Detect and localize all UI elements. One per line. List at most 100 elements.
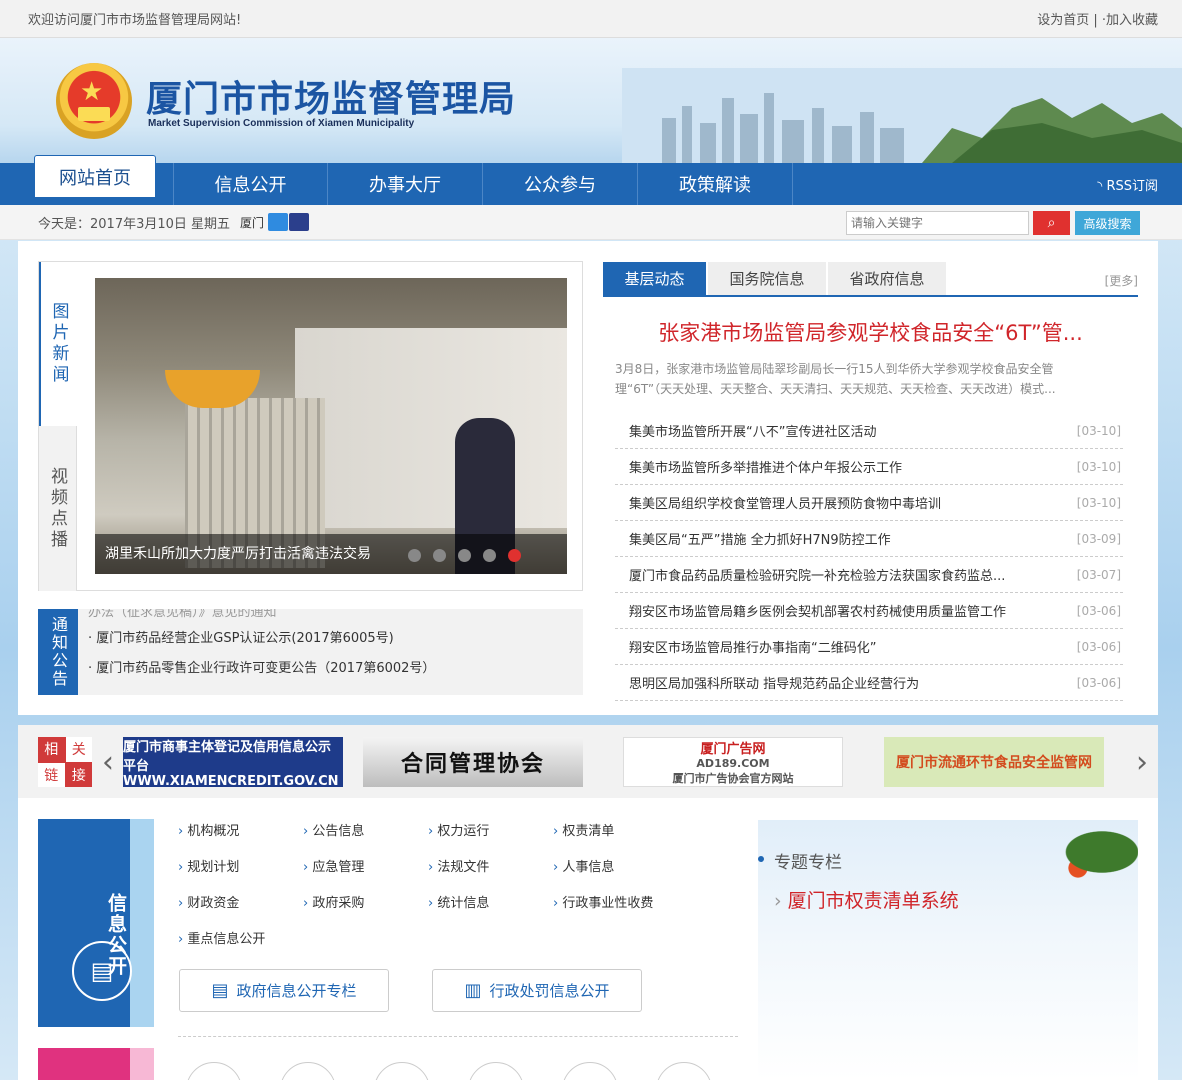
slide-dot[interactable] bbox=[408, 549, 421, 562]
nav-service-hall[interactable]: 办事大厅 bbox=[328, 163, 483, 205]
lower-section: 信息公开 ▤ 机构概况 公告信息 权力运行 权责清单 规划计划 应急管理 法规文… bbox=[18, 798, 1158, 1080]
info-link[interactable]: 统计信息 bbox=[428, 892, 553, 911]
info-link[interactable]: 机构概况 bbox=[178, 820, 303, 839]
penalty-info-label: 行政处罚信息公开 bbox=[489, 982, 610, 1000]
info-link[interactable]: 法规文件 bbox=[428, 856, 553, 875]
news-title[interactable]: 厦门市食品药品质量检验研究院一补充检验方法获国家食药监总... bbox=[629, 565, 1005, 584]
tab-photo-news[interactable]: 图片新闻 bbox=[39, 262, 77, 426]
news-date: [03-07] bbox=[1076, 567, 1121, 582]
news-title[interactable]: 思明区局加强科所联动 指导规范药品企业经营行为 bbox=[629, 673, 919, 692]
site-banner: ★ 厦门市市场监督管理局 Market Supervision Commissi… bbox=[0, 38, 1182, 163]
news-item[interactable]: 集美区局“五严”措施 全力抓好H7N9防控工作 [03-09] bbox=[615, 521, 1123, 557]
search-button[interactable]: ⌕ bbox=[1033, 211, 1070, 235]
add-favorite-link[interactable]: ·加入收藏 bbox=[1102, 13, 1158, 28]
slide-dots bbox=[408, 549, 521, 562]
link-food-safety[interactable]: 厦门市流通环节食品安全监管网 bbox=[884, 737, 1104, 787]
search-input[interactable] bbox=[846, 211, 1029, 235]
notice-scrolling-item[interactable]: 办法（征求意见稿）》意见的通知 bbox=[88, 609, 277, 620]
news-item[interactable]: 集美市场监管所开展“八不”宣传进社区活动 [03-10] bbox=[615, 413, 1123, 449]
news-title[interactable]: 翔安区市场监管局推行办事指南“二维码化” bbox=[629, 637, 876, 656]
service-circle-icon[interactable] bbox=[468, 1062, 524, 1080]
service-circle-icon[interactable] bbox=[186, 1062, 242, 1080]
news-item[interactable]: 集美市场监管所多举措推进个体户年报公示工作 [03-10] bbox=[615, 449, 1123, 485]
info-link[interactable]: 财政资金 bbox=[178, 892, 303, 911]
slide-dot[interactable] bbox=[458, 549, 471, 562]
service-circle-icon[interactable] bbox=[656, 1062, 712, 1080]
photo-news-slide[interactable]: 湖里禾山所加大力度严厉打击活禽违法交易 bbox=[95, 278, 567, 574]
tag-char: 链 bbox=[38, 762, 65, 787]
slide-dot-active[interactable] bbox=[508, 549, 521, 562]
related-links-tag: 相 关 链 接 bbox=[38, 737, 92, 787]
info-link[interactable]: 权力运行 bbox=[428, 820, 553, 839]
news-item[interactable]: 厦门市食品药品质量检验研究院一补充检验方法获国家食药监总... [03-07] bbox=[615, 557, 1123, 593]
nav-info-public[interactable]: 信息公开 bbox=[173, 163, 328, 205]
news-panel: 基层动态 国务院信息 省政府信息 [更多] 张家港市场监管局参观学校食品安全“6… bbox=[603, 262, 1138, 701]
info-link[interactable]: 重点信息公开 bbox=[178, 928, 303, 947]
news-item[interactable]: 翔安区市场监管局推行办事指南“二维码化” [03-06] bbox=[615, 629, 1123, 665]
news-title[interactable]: 集美市场监管所开展“八不”宣传进社区活动 bbox=[629, 421, 876, 440]
chevron-left-icon[interactable]: ‹ bbox=[102, 745, 114, 780]
link-ad-association[interactable]: 厦门广告网 AD189.COM 厦门市广告协会官方网站 bbox=[623, 737, 843, 787]
document-list-icon: ▤ bbox=[211, 980, 229, 1001]
info-link[interactable]: 行政事业性收费 bbox=[553, 892, 678, 911]
main-nav: 网站首页 信息公开 办事大厅 公众参与 政策解读 ◝ RSS订阅 bbox=[0, 155, 1182, 205]
news-item[interactable]: 翔安区市场监管局籍乡医例会契机部署农村药械使用质量监管工作 [03-06] bbox=[615, 593, 1123, 629]
slide-dot[interactable] bbox=[433, 549, 446, 562]
rss-label: RSS订阅 bbox=[1106, 179, 1158, 194]
news-date: [03-10] bbox=[1076, 459, 1121, 474]
info-link[interactable]: 权责清单 bbox=[553, 820, 678, 839]
news-title[interactable]: 集美区局组织学校食堂管理人员开展预防食物中毒培训 bbox=[629, 493, 941, 512]
ad-site-domain: AD189.COM bbox=[696, 757, 770, 770]
link-credit-platform[interactable]: 厦门市商事主体登记及信用信息公示平台 WWW.XIAMENCREDIT.GOV.… bbox=[123, 737, 343, 789]
service-circle-icon[interactable] bbox=[280, 1062, 336, 1080]
news-date: [03-10] bbox=[1076, 423, 1121, 438]
power-list-link[interactable]: 厦门市权责清单系统 bbox=[774, 886, 959, 913]
news-title[interactable]: 翔安区市场监管局籍乡医例会契机部署农村药械使用质量监管工作 bbox=[629, 601, 1006, 620]
notice-item[interactable]: · 厦门市药品经营企业GSP认证公示(2017第6005号) bbox=[88, 624, 435, 654]
penalty-info-button[interactable]: ▥ 行政处罚信息公开 bbox=[432, 969, 642, 1012]
slide-dot[interactable] bbox=[483, 549, 496, 562]
set-home-link[interactable]: 设为首页 bbox=[1037, 13, 1089, 28]
notice-box: 通知公告 办法（征求意见稿）》意见的通知 · 厦门市药品经营企业GSP认证公示(… bbox=[38, 609, 583, 695]
info-link[interactable]: 应急管理 bbox=[303, 856, 428, 875]
info-link[interactable]: 人事信息 bbox=[553, 856, 678, 875]
notice-item[interactable]: · 厦门市药品零售企业行政许可变更公告（2017第6002号） bbox=[88, 654, 435, 684]
news-item[interactable]: 集美区局组织学校食堂管理人员开展预防食物中毒培训 [03-10] bbox=[615, 485, 1123, 521]
info-public-links: 机构概况 公告信息 权力运行 权责清单 规划计划 应急管理 法规文件 人事信息 … bbox=[178, 820, 678, 947]
service-circle-icon[interactable] bbox=[374, 1062, 430, 1080]
info-link[interactable]: 规划计划 bbox=[178, 856, 303, 875]
chevron-right-icon[interactable]: › bbox=[1136, 745, 1148, 780]
news-title[interactable]: 集美市场监管所多举措推进个体户年报公示工作 bbox=[629, 457, 902, 476]
info-link[interactable]: 政府采购 bbox=[303, 892, 428, 911]
ad-site-name: 厦门广告网 bbox=[700, 742, 766, 757]
nav-policy-interpretation[interactable]: 政策解读 bbox=[638, 163, 793, 205]
advanced-search-button[interactable]: 高级搜索 bbox=[1075, 211, 1140, 235]
link-contract-association[interactable]: 合同管理协会 bbox=[363, 737, 583, 787]
tab-state-council[interactable]: 国务院信息 bbox=[708, 262, 826, 295]
photo-wall bbox=[295, 328, 567, 528]
site-title: 厦门市市场监督管理局 bbox=[146, 78, 517, 120]
side-stripe bbox=[130, 819, 154, 1027]
info-link[interactable]: 公告信息 bbox=[303, 820, 428, 839]
tab-video-on-demand[interactable]: 视频点播 bbox=[39, 426, 77, 591]
rain-weather-icon bbox=[268, 213, 289, 231]
tag-char: 相 bbox=[38, 737, 65, 762]
tab-local-updates[interactable]: 基层动态 bbox=[603, 262, 706, 295]
nav-public-participation[interactable]: 公众参与 bbox=[483, 163, 638, 205]
tag-char: 关 bbox=[65, 737, 92, 762]
rss-link[interactable]: ◝ RSS订阅 bbox=[1097, 175, 1158, 194]
gov-info-button[interactable]: ▤ 政府信息公开专栏 bbox=[179, 969, 389, 1012]
service-circle-icon[interactable] bbox=[562, 1062, 618, 1080]
pink-stripe bbox=[130, 1048, 154, 1080]
news-item[interactable]: 思明区局加强科所联动 指导规范药品企业经营行为 [03-06] bbox=[615, 665, 1123, 701]
news-headline[interactable]: 张家港市场监管局参观学校食品安全“6T”管... bbox=[603, 317, 1138, 347]
news-title[interactable]: 集美区局“五严”措施 全力抓好H7N9防控工作 bbox=[629, 529, 891, 548]
more-link[interactable]: [更多] bbox=[1105, 272, 1138, 289]
news-date: [03-10] bbox=[1076, 495, 1121, 510]
top-links: 设为首页 | ·加入收藏 bbox=[1037, 9, 1158, 28]
main-content: 图片新闻 视频点播 湖里禾山所加大力度严厉打击活禽违法交易 通知公告 办法（征求… bbox=[18, 241, 1158, 715]
special-column: 专题专栏 厦门市权责清单系统 bbox=[758, 820, 1138, 1080]
nav-home[interactable]: 网站首页 bbox=[34, 155, 156, 197]
book-icon: ▥ bbox=[464, 980, 482, 1001]
tab-provincial[interactable]: 省政府信息 bbox=[828, 262, 946, 295]
